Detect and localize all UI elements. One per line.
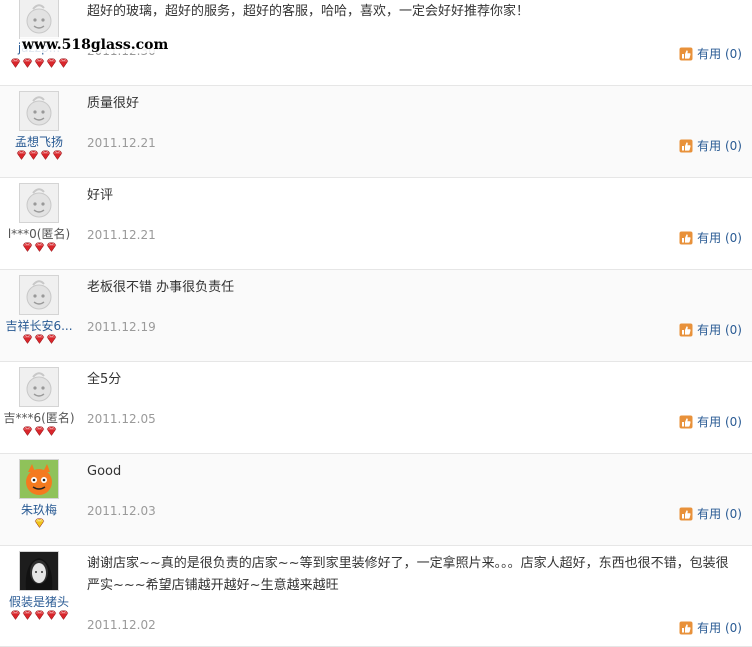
user-avatar[interactable] bbox=[19, 459, 59, 499]
buyer-rank-diamonds-icon bbox=[0, 334, 78, 344]
thumbs-up-icon bbox=[679, 47, 697, 61]
useful-label: 有用 (0) bbox=[697, 507, 742, 521]
buyer-rank-diamonds-icon bbox=[0, 150, 78, 160]
username-link: 吉***6(匿名) bbox=[3, 411, 75, 425]
review-comment: 全5分 bbox=[87, 372, 122, 387]
useful-button[interactable]: 有用 (0) bbox=[679, 45, 742, 62]
review-item: 朱玖梅 Good 2011.12.03 有用 (0) bbox=[0, 454, 752, 546]
useful-label: 有用 (0) bbox=[697, 621, 742, 635]
user-avatar[interactable] bbox=[19, 183, 59, 223]
thumbs-up-icon bbox=[679, 323, 697, 337]
useful-button[interactable]: 有用 (0) bbox=[679, 229, 742, 246]
review-date: 2011.12.19 bbox=[87, 320, 156, 334]
thumbs-up-icon bbox=[679, 139, 697, 153]
thumbs-up-icon bbox=[679, 507, 697, 521]
review-date: 2011.12.05 bbox=[87, 412, 156, 426]
review-item: 假装是猪头 谢谢店家~~真的是很负责的店家~~等到家里装修好了，一定拿照片来。。。… bbox=[0, 546, 752, 647]
username-link[interactable]: 假装是猪头 bbox=[0, 593, 78, 610]
useful-label: 有用 (0) bbox=[697, 47, 742, 61]
buyer-rank-diamonds-icon bbox=[0, 610, 78, 620]
review-date: 2011.12.03 bbox=[87, 504, 156, 518]
useful-button[interactable]: 有用 (0) bbox=[679, 505, 742, 522]
review-item: 孟想飞扬 质量很好 2011.12.21 有用 (0) bbox=[0, 86, 752, 178]
username-link[interactable]: 孟想飞扬 bbox=[0, 133, 78, 150]
review-date: 2011.12.21 bbox=[87, 228, 156, 242]
user-avatar[interactable] bbox=[19, 367, 59, 407]
review-comment: Good bbox=[87, 464, 122, 479]
review-date: 2011.12.21 bbox=[87, 136, 156, 150]
review-comment: 老板很不错 办事很负责任 bbox=[87, 280, 235, 295]
watermark-text: www.518glass.com bbox=[20, 37, 171, 53]
review-item: l***0(匿名) 好评 2011.12.21 有用 (0) bbox=[0, 178, 752, 270]
useful-button[interactable]: 有用 (0) bbox=[679, 321, 742, 338]
review-comment: 质量很好 bbox=[87, 96, 140, 111]
buyer-rank-diamonds-icon bbox=[0, 426, 78, 436]
username-link[interactable]: 朱玖梅 bbox=[0, 501, 78, 518]
buyer-rank-diamonds-icon bbox=[0, 518, 78, 528]
useful-label: 有用 (0) bbox=[697, 139, 742, 153]
user-avatar[interactable] bbox=[19, 91, 59, 131]
username-link: l***0(匿名) bbox=[7, 227, 71, 241]
review-comment: 好评 bbox=[87, 188, 114, 203]
thumbs-up-icon bbox=[679, 231, 697, 245]
useful-button[interactable]: 有用 (0) bbox=[679, 137, 742, 154]
username-link[interactable]: 吉祥长安6... bbox=[0, 317, 78, 334]
user-avatar[interactable] bbox=[19, 275, 59, 315]
user-avatar[interactable] bbox=[19, 551, 59, 591]
useful-label: 有用 (0) bbox=[697, 323, 742, 337]
review-item: 吉祥长安6... 老板很不错 办事很负责任 2011.12.19 有用 (0) bbox=[0, 270, 752, 362]
useful-label: 有用 (0) bbox=[697, 231, 742, 245]
useful-button[interactable]: 有用 (0) bbox=[679, 619, 742, 636]
useful-button[interactable]: 有用 (0) bbox=[679, 413, 742, 430]
user-avatar[interactable] bbox=[19, 0, 59, 39]
review-comment: 超好的玻璃，超好的服务，超好的客服，哈哈，喜欢，一定会好好推荐你家！ bbox=[87, 4, 530, 19]
buyer-rank-diamonds-icon bbox=[0, 242, 78, 252]
useful-label: 有用 (0) bbox=[697, 415, 742, 429]
thumbs-up-icon bbox=[679, 621, 697, 635]
review-comment: 谢谢店家~~真的是很负责的店家~~等到家里装修好了，一定拿照片来。。。店家人超好… bbox=[87, 556, 729, 593]
thumbs-up-icon bbox=[679, 415, 697, 429]
buyer-rank-diamonds-icon bbox=[0, 58, 78, 68]
review-item: 吉***6(匿名) 全5分 2011.12.05 有用 (0) bbox=[0, 362, 752, 454]
